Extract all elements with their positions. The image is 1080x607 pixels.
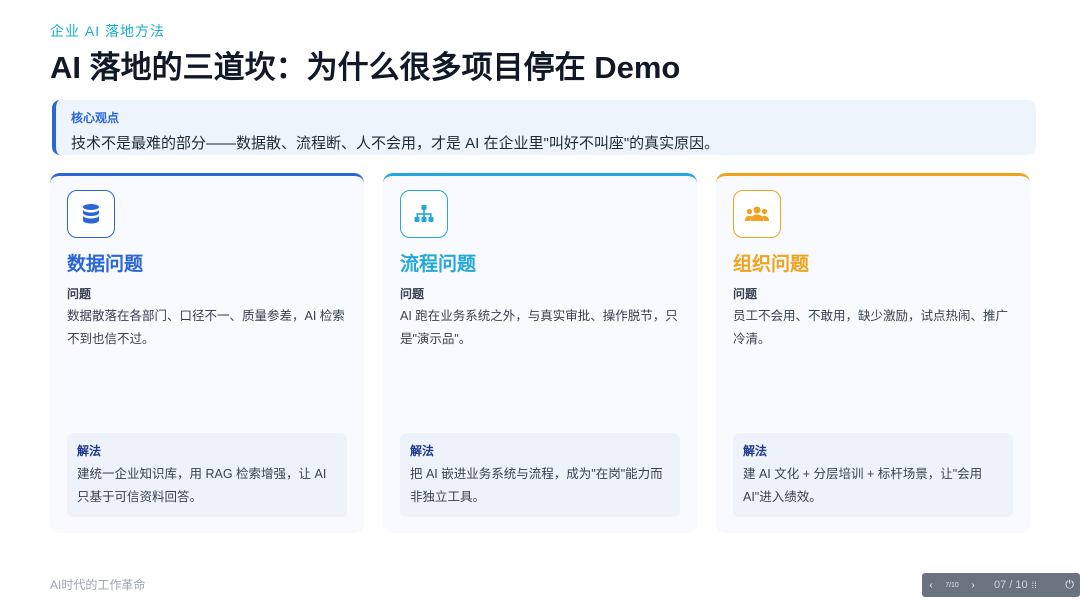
- solution-box: 解法 建统一企业知识库，用 RAG 检索增强，让 AI 只基于可信资料回答。: [67, 433, 347, 517]
- problem-label: 问题: [400, 287, 425, 301]
- page-title: AI 落地的三道坎：为什么很多项目停在 Demo: [50, 50, 681, 85]
- grid-view-icon[interactable]: ⁞⁞: [1032, 580, 1037, 590]
- solution-box: 解法 建 AI 文化 + 分层培训 + 标杆场景，让"会用AI"进入绩效。: [733, 433, 1013, 517]
- database-icon: [83, 204, 99, 224]
- slide-navbar: ‹ 7/10 › 07 / 10 ⁞⁞ ⏻: [922, 573, 1080, 597]
- problem-label: 问题: [67, 287, 92, 301]
- prev-slide-icon[interactable]: ‹: [922, 580, 940, 591]
- page-indicator: 7/10: [945, 581, 959, 589]
- solution-text: 建 AI 文化 + 分层培训 + 标杆场景，让"会用AI"进入绩效。: [743, 467, 983, 504]
- insight-label: 核心观点: [71, 111, 120, 125]
- card-org: 组织问题 问题 员工不会用、不敢用，缺少激励，试点热闹、推广冷清。 解法 建 A…: [716, 173, 1030, 533]
- insight-box: 核心观点 技术不是最难的部分——数据散、流程断、人不会用，才是 AI 在企业里"…: [52, 100, 1036, 155]
- solution-box: 解法 把 AI 嵌进业务系统与流程，成为"在岗"能力而非独立工具。: [400, 433, 680, 517]
- slide-counter: 07 / 10: [994, 579, 1028, 591]
- card-title: 流程问题: [400, 254, 477, 275]
- solution-label: 解法: [410, 444, 435, 458]
- card-process: 流程问题 问题 AI 跑在业务系统之外，与真实审批、操作脱节，只是"演示品"。 …: [383, 173, 697, 533]
- icon-box: [400, 190, 448, 238]
- card-title: 组织问题: [733, 254, 810, 275]
- problem-text: 数据散落在各部门、口径不一、质量参差，AI 检索不到也信不过。: [67, 309, 345, 346]
- sitemap-icon: [414, 205, 434, 222]
- footer-text: AI时代的工作革命: [50, 578, 146, 592]
- users-icon: [745, 206, 769, 221]
- solution-label: 解法: [743, 444, 768, 458]
- icon-box: [67, 190, 115, 238]
- solution-text: 建统一企业知识库，用 RAG 检索增强，让 AI 只基于可信资料回答。: [77, 467, 327, 504]
- insight-text: 技术不是最难的部分——数据散、流程断、人不会用，才是 AI 在企业里"叫好不叫座…: [71, 135, 720, 152]
- card-data: 数据问题 问题 数据散落在各部门、口径不一、质量参差，AI 检索不到也信不过。 …: [50, 173, 364, 533]
- icon-box: [733, 190, 781, 238]
- power-icon[interactable]: ⏻: [1065, 579, 1074, 592]
- problem-text: AI 跑在业务系统之外，与真实审批、操作脱节，只是"演示品"。: [400, 309, 678, 346]
- solution-text: 把 AI 嵌进业务系统与流程，成为"在岗"能力而非独立工具。: [410, 467, 663, 504]
- problem-text: 员工不会用、不敢用，缺少激励，试点热闹、推广冷清。: [733, 309, 1009, 346]
- solution-label: 解法: [77, 444, 102, 458]
- card-title: 数据问题: [67, 254, 144, 275]
- problem-label: 问题: [733, 287, 758, 301]
- next-slide-icon[interactable]: ›: [964, 580, 982, 591]
- kicker: 企业 AI 落地方法: [50, 23, 166, 39]
